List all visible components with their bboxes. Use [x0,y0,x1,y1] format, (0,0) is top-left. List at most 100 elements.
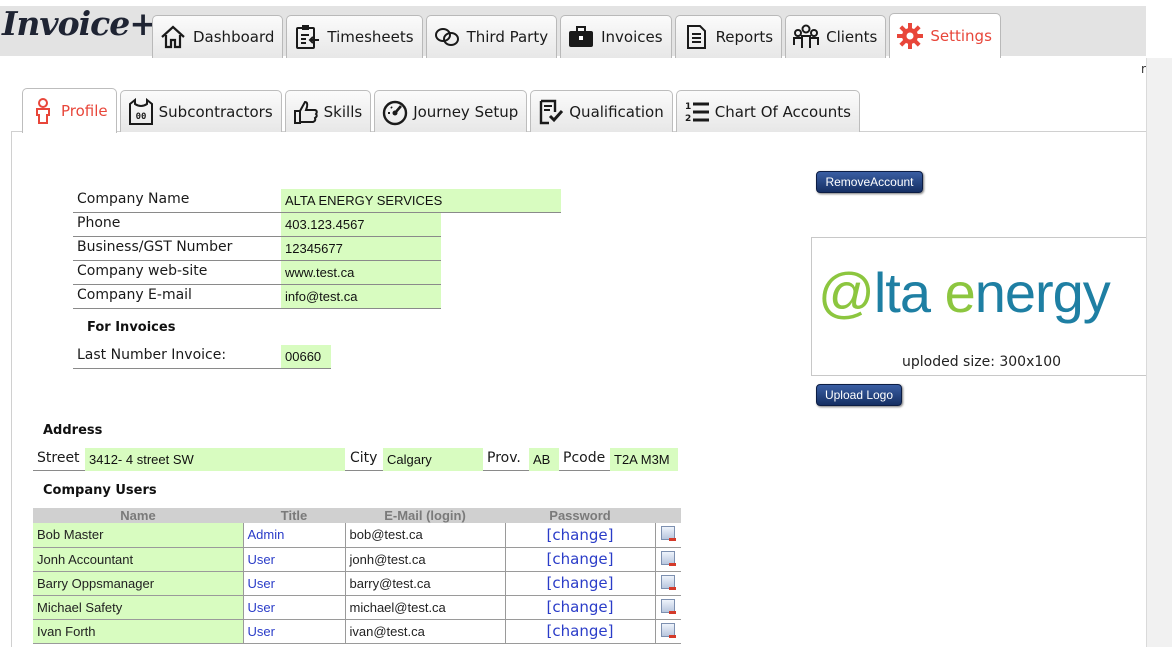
settings-subnav: Profile 00 Subcontractors Skills Journey… [22,87,863,133]
subtab-chart-of-accounts[interactable]: 12 Chart Of Accounts [675,90,860,132]
subtab-label: Subcontractors [158,102,273,121]
delete-user-icon[interactable] [661,598,677,614]
tab-dashboard[interactable]: Dashboard [152,15,284,58]
tab-clients[interactable]: Clients [785,15,887,58]
address-heading: Address [43,423,103,438]
tab-third-party[interactable]: Third Party [425,15,558,58]
link-icon [434,28,459,46]
checklist-icon [540,99,564,124]
change-password-link[interactable]: [change] [505,523,656,548]
tab-invoices[interactable]: Invoices [560,15,672,58]
table-header-row: Name Title E-Mail (login) Password [33,508,681,523]
user-email[interactable]: barry@test.ca [345,571,506,596]
table-row: Jonh Accountant User jonh@test.ca [chang… [33,547,681,572]
remove-account-button[interactable]: RemoveAccount [816,171,923,193]
user-title[interactable]: User [243,595,346,620]
tab-label: Third Party [466,28,549,46]
svg-text:00: 00 [135,112,146,122]
tab-reports[interactable]: Reports [674,15,783,58]
logo-preview: @lta energy uploded size: 300x100 [811,237,1146,376]
numbered-list-icon: 12 [685,102,709,124]
user-name[interactable]: Michael Safety [33,595,244,620]
delete-user-cell [655,571,681,596]
delete-user-icon[interactable] [661,550,677,566]
company-name-field[interactable]: ALTA ENERGY SERVICES [281,189,561,212]
main-nav: Dashboard Timesheets Third Party Invoice… [152,13,1004,58]
user-title[interactable]: User [243,571,346,596]
logo-e-glyph: e [944,261,976,324]
subtab-qualification[interactable]: Qualification [530,90,673,132]
change-password-link[interactable]: [change] [505,547,656,572]
clients-icon [793,24,820,48]
email-field[interactable]: info@test.ca [281,285,441,308]
user-email[interactable]: jonh@test.ca [345,547,506,572]
website-field[interactable]: www.test.ca [281,261,441,284]
street-field[interactable]: 3412- 4 street SW [85,448,345,471]
logo-lta-text: lta [873,261,945,324]
column-header-name: Name [33,508,243,523]
delete-user-icon[interactable] [661,622,677,638]
vertical-scrollbar[interactable] [1146,58,1172,647]
upload-logo-button[interactable]: Upload Logo [816,384,902,406]
user-name[interactable]: Bob Master [33,523,244,548]
tab-label: Clients [826,28,878,46]
user-email[interactable]: bob@test.ca [345,523,506,548]
user-name[interactable]: Jonh Accountant [33,547,244,572]
briefcase-icon [569,26,594,47]
svg-text:2: 2 [685,114,691,124]
prov-field[interactable]: AB [529,448,559,471]
tab-settings[interactable]: Settings [889,13,1001,58]
subtab-label: Profile [61,102,108,120]
tab-label: Reports [715,28,774,46]
change-password-link[interactable]: [change] [505,619,656,644]
gst-label: Business/GST Number [77,239,233,255]
users-table: Name Title E-Mail (login) Password Bob M… [33,508,681,644]
delete-user-cell [655,619,681,644]
tab-label: Invoices [601,28,663,46]
company-name-label: Company Name [77,191,190,207]
column-header-actions [655,508,681,523]
user-name[interactable]: Barry Oppsmanager [33,571,244,596]
gst-field[interactable]: 12345677 [281,237,441,260]
company-logo-image: @lta energy [818,260,1111,325]
for-invoices-heading: For Invoices [87,320,176,335]
delete-user-icon[interactable] [661,574,677,590]
tab-label: Timesheets [327,28,414,46]
gauge-icon [382,100,408,125]
top-bar: Invoice+ Dashboard Timesheets Third Part… [0,0,1172,58]
user-title[interactable]: Admin [243,523,346,548]
city-field[interactable]: Calgary [383,448,483,471]
table-row: Michael Safety User michael@test.ca [cha… [33,595,681,620]
thumbs-up-icon [293,100,318,124]
company-users-heading: Company Users [43,483,157,498]
tab-label: Settings [930,27,992,45]
column-header-password: Password [505,508,655,523]
last-invoice-label: Last Number Invoice: [77,347,227,363]
app-logo[interactable]: Invoice+ [2,4,157,43]
subtab-skills[interactable]: Skills [284,90,372,132]
change-password-link[interactable]: [change] [505,595,656,620]
delete-user-cell [655,547,681,572]
phone-field[interactable]: 403.123.4567 [281,213,441,236]
pcode-field[interactable]: T2A M3M [610,448,678,471]
gear-icon [897,23,924,49]
user-title[interactable]: User [243,619,346,644]
tab-label: Dashboard [193,28,275,46]
prov-label: Prov. [487,450,521,466]
table-row: Bob Master Admin bob@test.ca [change] [33,523,681,548]
user-title[interactable]: User [243,547,346,572]
subtab-subcontractors[interactable]: 00 Subcontractors [119,90,282,132]
delete-user-icon[interactable] [661,526,677,542]
top-bar-edge [1146,0,1172,58]
subtab-journey-setup[interactable]: Journey Setup [374,90,528,132]
tab-timesheets[interactable]: Timesheets [286,15,423,58]
user-email[interactable]: ivan@test.ca [345,619,506,644]
last-invoice-field[interactable]: 00660 [281,345,331,368]
subtab-label: Qualification [569,102,664,121]
subtab-profile[interactable]: Profile [22,88,117,133]
change-password-link[interactable]: [change] [505,571,656,596]
user-email[interactable]: michael@test.ca [345,595,506,620]
logo-size-caption: uploded size: 300x100 [902,354,1062,370]
report-icon [686,25,706,49]
user-name[interactable]: Ivan Forth [33,619,244,644]
